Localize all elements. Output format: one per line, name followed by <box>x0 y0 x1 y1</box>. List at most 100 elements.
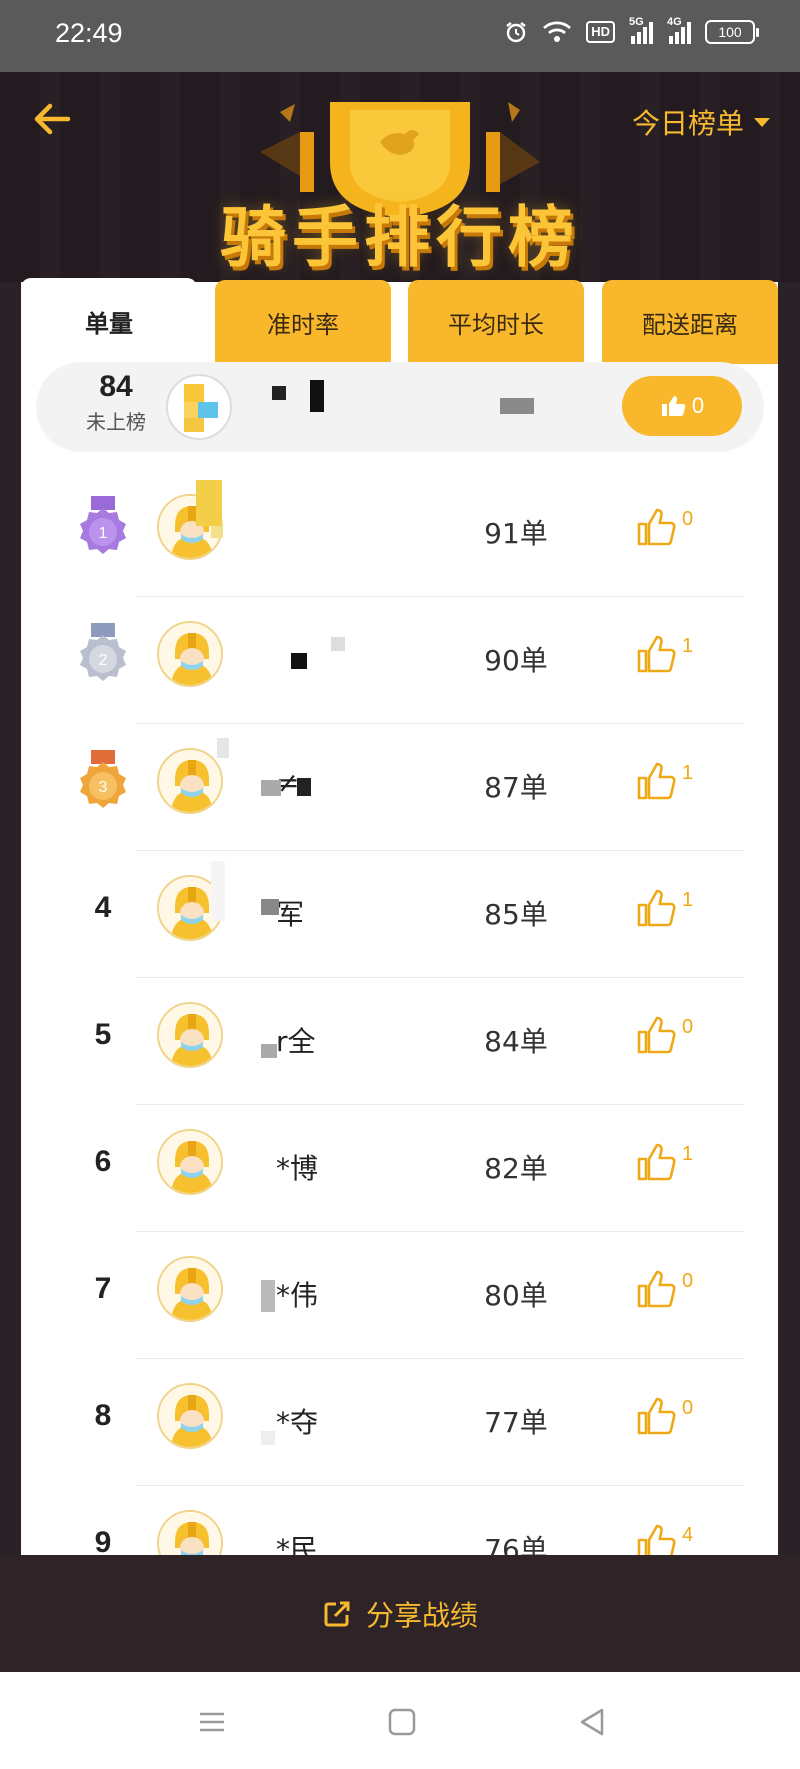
my-rank: 84 未上榜 <box>66 370 166 435</box>
medal-rank: 2 <box>99 652 108 669</box>
like-button[interactable]: 0 <box>636 1268 693 1318</box>
page-title: 骑手排行榜 <box>220 199 580 276</box>
rider-row: 7 *伟 80单 0 <box>21 1232 778 1359</box>
rider-name: r全 <box>276 1025 316 1058</box>
hd-icon: HD <box>586 21 615 43</box>
avatar <box>157 1256 223 1322</box>
status-icons: HD 5G 4G 100 <box>504 16 759 44</box>
rider-row: 2 90单 1 <box>21 597 778 724</box>
my-like-count: 0 <box>691 393 705 418</box>
pixelated-name <box>196 480 222 526</box>
medal-rank: 3 <box>99 779 108 796</box>
like-button[interactable]: 1 <box>636 760 693 810</box>
tab-bar: 单量 准时率 平均时长 配送距离 <box>21 278 778 364</box>
alarm-icon <box>504 20 528 44</box>
share-icon <box>324 1601 350 1626</box>
pixelated-name <box>297 778 311 796</box>
pixelated-name <box>211 526 223 538</box>
avatar <box>157 1002 223 1068</box>
like-button[interactable]: 1 <box>636 1141 693 1191</box>
pixelated-name <box>261 1044 277 1058</box>
avatar <box>166 374 232 440</box>
order-count: 84单 <box>484 1025 548 1058</box>
menu-button[interactable] <box>192 1702 232 1742</box>
avatar <box>157 1129 223 1195</box>
avatar <box>157 621 223 687</box>
tab-on-time-rate[interactable]: 准时率 <box>215 280 391 364</box>
like-button[interactable]: 0 <box>636 506 693 556</box>
like-count: 0 <box>682 1397 694 1419</box>
order-count: 90单 <box>484 644 548 677</box>
like-button[interactable]: 1 <box>636 887 693 937</box>
order-count: 82单 <box>484 1152 548 1185</box>
pixelated-name <box>261 780 281 796</box>
thumbs-up-icon <box>637 762 676 800</box>
signal-5g-icon: 5G <box>629 16 653 44</box>
tab-average-duration[interactable]: 平均时长 <box>408 280 584 364</box>
thumbs-up-icon <box>637 1270 676 1308</box>
rank-number: 7 <box>94 1272 112 1305</box>
like-count: 1 <box>682 889 694 911</box>
order-count: 85单 <box>484 898 548 931</box>
pixelated-name <box>291 653 307 669</box>
status-bar: 22:49 HD 5G 4G 100 <box>0 0 800 72</box>
ranking-period-label: 今日榜单 <box>631 107 744 140</box>
home-button[interactable] <box>382 1702 422 1742</box>
pixelated-name <box>261 1280 275 1312</box>
my-rank-number: 84 <box>99 370 133 403</box>
rider-avatar-icon <box>159 1131 221 1193</box>
wifi-icon <box>542 20 572 44</box>
thumbs-up-icon <box>661 396 686 416</box>
like-button[interactable]: 0 <box>636 1395 693 1445</box>
order-count: 77单 <box>484 1406 548 1439</box>
rider-row: 4 军 85单 1 <box>21 851 778 978</box>
tab-order-count[interactable]: 单量 <box>21 278 197 364</box>
my-rank-row: 84 未上榜 0 <box>36 362 764 452</box>
pixelated-name <box>331 637 345 651</box>
rider-row: 5 r全 84单 0 <box>21 978 778 1105</box>
thumbs-up-icon <box>637 635 676 673</box>
like-button[interactable]: 1 <box>636 633 693 683</box>
like-count: 1 <box>682 1143 694 1165</box>
signal-4g-icon: 4G <box>667 16 691 44</box>
share-button[interactable]: 分享战绩 <box>0 1555 800 1672</box>
battery-icon: 100 <box>705 20 759 44</box>
pixelated-name <box>261 1431 275 1445</box>
ranking-period-dropdown[interactable]: 今日榜单 <box>632 102 770 142</box>
like-count: 4 <box>682 1524 694 1546</box>
rider-name: 军 <box>276 898 305 931</box>
tab-delivery-distance[interactable]: 配送距离 <box>602 280 778 364</box>
like-count: 0 <box>682 1270 694 1292</box>
rider-name: *博 <box>276 1152 319 1185</box>
order-count: 87单 <box>484 771 548 804</box>
medal-icon: 1 <box>80 496 126 554</box>
back-nav-button[interactable] <box>572 1702 612 1742</box>
like-count: 1 <box>682 762 694 784</box>
rank-number: 8 <box>94 1399 112 1432</box>
menu-icon <box>200 1712 224 1732</box>
order-count: 80单 <box>484 1279 548 1312</box>
rider-row: 6 *博 82单 1 <box>21 1105 778 1232</box>
rider-name: *伟 <box>276 1279 319 1312</box>
pixelated-name <box>272 386 286 400</box>
rank-number: 5 <box>94 1018 112 1051</box>
system-nav-bar <box>0 1672 800 1769</box>
thumbs-up-icon <box>637 508 676 546</box>
back-button[interactable] <box>28 94 78 144</box>
like-count: 1 <box>682 635 694 657</box>
thumbs-up-icon <box>637 1397 676 1435</box>
like-button[interactable]: 0 <box>636 1014 693 1064</box>
rider-row: 8 *夺 77单 0 <box>21 1359 778 1486</box>
back-arrow-icon <box>34 103 71 135</box>
avatar <box>157 1383 223 1449</box>
rider-avatar-icon <box>159 1385 221 1447</box>
rider-row: 1 91单 0 <box>21 470 778 597</box>
status-time: 22:49 <box>55 18 123 48</box>
my-rank-note: 未上榜 <box>86 410 146 434</box>
thumbs-up-icon <box>637 1143 676 1181</box>
medal-icon: 3 <box>80 750 126 808</box>
share-label: 分享战绩 <box>365 1598 478 1632</box>
my-like-button[interactable]: 0 <box>622 376 742 436</box>
like-count: 0 <box>682 508 694 530</box>
rank-number: 4 <box>94 891 112 924</box>
